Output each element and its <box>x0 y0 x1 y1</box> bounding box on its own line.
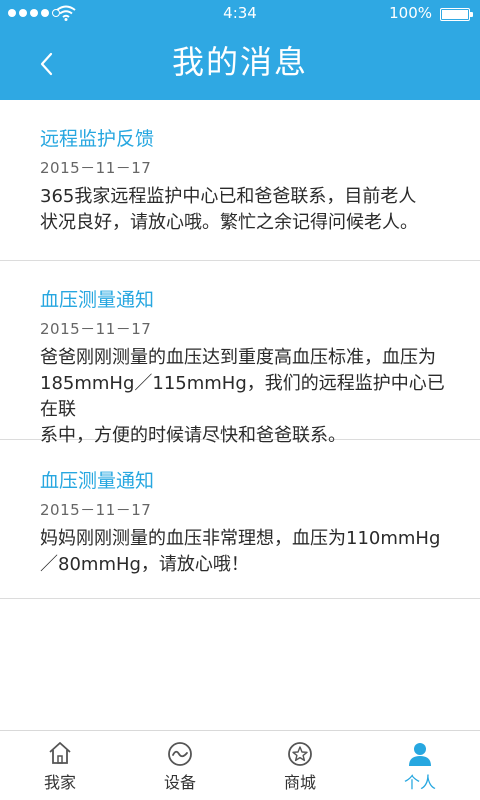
page-title: 我的消息 <box>171 43 308 81</box>
person-icon <box>409 743 431 766</box>
tab-store[interactable]: 商城 <box>240 731 360 800</box>
chevron-left-icon <box>40 52 53 76</box>
tab-device[interactable]: 设备 <box>120 731 240 800</box>
app: 4:34 100% 我的消息 远程监护反馈 2015－11－17 365我家远程… <box>0 0 480 800</box>
message-title: 远程监护反馈 <box>40 128 155 150</box>
tab-home[interactable]: 我家 <box>0 731 120 800</box>
status-bar: 4:34 100% <box>0 0 480 28</box>
message-date: 2015－11－17 <box>40 159 152 177</box>
message-title: 血压测量通知 <box>40 289 155 311</box>
battery-icon <box>440 8 473 21</box>
tab-label: 个人 <box>403 773 436 792</box>
tab-label: 商城 <box>283 773 316 792</box>
nav-bar: 我的消息 <box>0 28 480 100</box>
home-icon <box>49 742 71 764</box>
message-date: 2015－11－17 <box>40 501 152 519</box>
tab-label: 设备 <box>163 773 196 792</box>
back-button[interactable] <box>28 46 64 82</box>
list-item[interactable]: 远程监护反馈 2015－11－17 365我家远程监护中心已和爸爸联系，目前老人… <box>0 100 480 261</box>
tab-label: 我家 <box>43 773 76 792</box>
message-body: 365我家远程监护中心已和爸爸联系，目前老人 状况良好，请放心哦。繁忙之余记得问… <box>40 186 418 233</box>
tab-bar: 我家 设备 商城 个人 <box>0 730 480 800</box>
message-list: 远程监护反馈 2015－11－17 365我家远程监护中心已和爸爸联系，目前老人… <box>0 100 480 599</box>
tab-profile[interactable]: 个人 <box>360 731 480 800</box>
store-icon <box>288 742 312 766</box>
device-icon <box>168 742 192 766</box>
message-title: 血压测量通知 <box>40 470 155 492</box>
header: 4:34 100% 我的消息 <box>0 0 480 100</box>
message-body: 妈妈刚刚测量的血压非常理想，血压为110mmHg ／80mmHg，请放心哦！ <box>40 528 441 575</box>
list-item[interactable]: 血压测量通知 2015－11－17 妈妈刚刚测量的血压非常理想，血压为110mm… <box>0 440 480 599</box>
message-body: 爸爸刚刚测量的血压达到重度高血压标准，血压为 185mmHg／115mmHg，我… <box>40 347 445 446</box>
battery-percent: 100% <box>389 4 432 22</box>
list-item[interactable]: 血压测量通知 2015－11－17 爸爸刚刚测量的血压达到重度高血压标准，血压为… <box>0 261 480 446</box>
message-date: 2015－11－17 <box>40 320 152 338</box>
